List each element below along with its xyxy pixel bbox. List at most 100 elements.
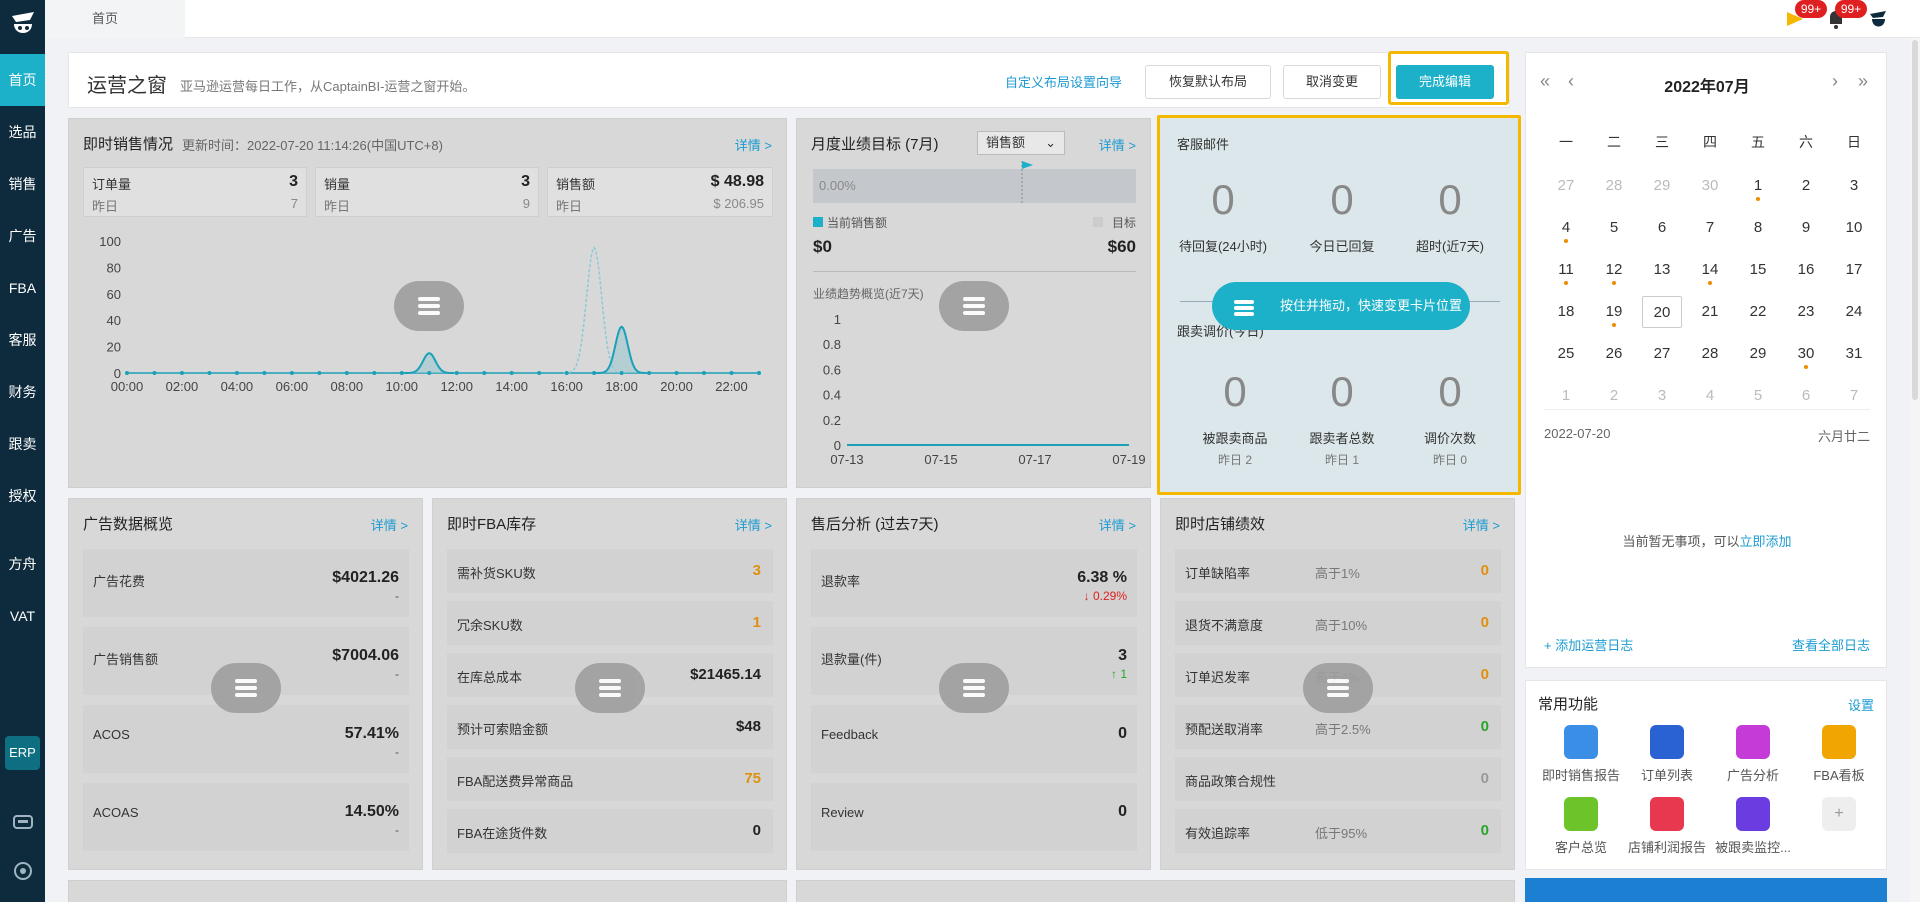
captainbi-banner-partial[interactable] [1525,878,1887,902]
calendar-day[interactable]: 16 [1786,254,1826,286]
functions-settings-link[interactable]: 设置 [1848,695,1874,714]
calendar-day[interactable]: 5 [1738,380,1778,412]
calendar-day[interactable]: 6 [1786,380,1826,412]
store-detail-link[interactable]: 详情 > [1463,515,1500,534]
calendar-day[interactable]: 1 [1738,170,1778,202]
view-all-logs-link[interactable]: 查看全部日志 [1792,635,1870,654]
sidebar-item-vat[interactable]: VAT [0,590,45,642]
card-instant-sales[interactable]: 即时销售情况 更新时间：2022-07-20 11:14:26(中国UTC+8)… [68,118,787,488]
page-scrollbar[interactable] [1910,38,1920,902]
drag-handle[interactable] [1303,663,1373,713]
sidebar-erp-button[interactable]: ERP [5,736,40,770]
calendar-day[interactable]: 26 [1594,338,1634,370]
calendar-day[interactable]: 11 [1546,254,1586,286]
next-year-icon[interactable]: » [1858,71,1868,92]
card-ads-overview[interactable]: 广告数据概览 详情 > 广告花费 $4021.26- 广告销售额 $7004.06- A… [68,498,423,870]
calendar-day[interactable]: 9 [1786,212,1826,244]
calendar-day[interactable]: 1 [1546,380,1586,412]
sales-detail-link[interactable]: 详情 > [735,135,772,154]
calendar-day[interactable]: 5 [1594,212,1634,244]
calendar-day[interactable]: 17 [1834,254,1874,286]
calendar-day[interactable]: 30 [1786,338,1826,370]
function-item[interactable]: 被跟卖监控... [1708,797,1798,856]
card-customer-service[interactable]: 客服邮件 0 0 0 待回复(24小时) 今日已回复 超时(近7天) 跟卖调价(… [1157,115,1521,495]
drag-handle[interactable] [939,281,1009,331]
calendar-day[interactable]: 7 [1690,212,1730,244]
sidebar-item-finance[interactable]: 财务 [0,366,45,418]
function-item[interactable]: + [1794,797,1884,831]
function-item[interactable]: 订单列表 [1622,725,1712,784]
calendar-day[interactable]: 4 [1690,380,1730,412]
calendar-day[interactable]: 15 [1738,254,1778,286]
calendar-day[interactable]: 6 [1642,212,1682,244]
function-item[interactable]: 客户总览 [1536,797,1626,856]
calendar-day[interactable]: 2 [1786,170,1826,202]
layout-guide-link[interactable]: 自定义布局设置向导 [1005,72,1122,91]
calendar-day[interactable]: 27 [1642,338,1682,370]
function-item[interactable]: FBA看板 [1794,725,1884,784]
card-monthly-target[interactable]: 月度业绩目标 (7月) 销售额 ⌄ 详情 > 0.00% 当前销售额 目标 $0 … [796,118,1151,488]
calendar-day[interactable]: 8 [1738,212,1778,244]
calendar-day[interactable]: 27 [1546,170,1586,202]
sidebar-item-sales[interactable]: 销售 [0,158,45,210]
after-sales-detail-link[interactable]: 详情 > [1099,515,1136,534]
restore-layout-button[interactable]: 恢复默认布局 [1145,65,1271,99]
calendar-day[interactable]: 2 [1594,380,1634,412]
calendar-day[interactable]: 7 [1834,380,1874,412]
calendar-day[interactable]: 24 [1834,296,1874,328]
card-store-performance[interactable]: 即时店铺绩效 详情 > 订单缺陷率 高于1% 0 退货不满意度 高于10% 0 订单迟发率高… [1160,498,1515,870]
sidebar-item-fba[interactable]: FBA [0,262,45,314]
scrollbar-thumb[interactable] [1912,40,1918,400]
card-pending-partial[interactable] [68,880,787,902]
card-after-sales[interactable]: 售后分析 (过去7天) 详情 > 退款率 6.38 % ↓ 0.29% 退款量(件) 3… [796,498,1151,870]
card-ranking-partial[interactable] [796,880,1515,902]
drag-handle[interactable] [939,663,1009,713]
calendar-day[interactable]: 10 [1834,212,1874,244]
calendar-day[interactable]: 20 [1642,296,1682,328]
cancel-changes-button[interactable]: 取消变更 [1283,65,1381,99]
sidebar-item-ark[interactable]: 方舟 [0,538,45,590]
drag-handle[interactable] [394,281,464,331]
calendar-day[interactable]: 3 [1834,170,1874,202]
calendar-day[interactable]: 30 [1690,170,1730,202]
calendar-day[interactable]: 12 [1594,254,1634,286]
drag-tip-pill[interactable]: 按住并拖动，快速变更卡片位置 [1212,282,1470,330]
sidebar-item-selection[interactable]: 选品 [0,106,45,158]
calendar-day[interactable]: 28 [1690,338,1730,370]
calendar-day[interactable]: 25 [1546,338,1586,370]
sidebar-item-auth[interactable]: 授权 [0,470,45,522]
next-month-icon[interactable]: › [1832,71,1838,92]
metric-select[interactable]: 销售额 ⌄ [977,131,1065,155]
add-log-link[interactable]: + 添加运营日志 [1544,635,1633,654]
calendar-day[interactable]: 23 [1786,296,1826,328]
calendar-day[interactable]: 29 [1642,170,1682,202]
calendar-day[interactable]: 22 [1738,296,1778,328]
shop-icon[interactable] [12,810,34,832]
calendar-day[interactable]: 4 [1546,212,1586,244]
finish-edit-button[interactable]: 完成编辑 [1396,65,1494,99]
sidebar-item-ads[interactable]: 广告 [0,210,45,262]
drag-handle[interactable] [211,663,281,713]
calendar-day[interactable]: 18 [1546,296,1586,328]
add-now-link[interactable]: 立即添加 [1740,534,1792,549]
calendar-day[interactable]: 14 [1690,254,1730,286]
calendar-day[interactable]: 28 [1594,170,1634,202]
function-item[interactable]: 即时销售报告 [1536,725,1626,784]
sidebar-item-service[interactable]: 客服 [0,314,45,366]
support-icon[interactable] [12,860,34,882]
calendar-day[interactable]: 19 [1594,296,1634,328]
fba-detail-link[interactable]: 详情 > [735,515,772,534]
sidebar-item-follow[interactable]: 跟卖 [0,418,45,470]
calendar-day[interactable]: 21 [1690,296,1730,328]
calendar-day[interactable]: 13 [1642,254,1682,286]
sidebar-item-home[interactable]: 首页 [0,54,45,106]
drag-handle[interactable] [575,663,645,713]
function-item[interactable]: 广告分析 [1708,725,1798,784]
avatar[interactable] [1865,6,1891,32]
ads-detail-link[interactable]: 详情 > [371,515,408,534]
calendar-day[interactable]: 31 [1834,338,1874,370]
tab-home[interactable]: 首页 [45,0,185,38]
monthly-detail-link[interactable]: 详情 > [1099,135,1136,154]
calendar-day[interactable]: 3 [1642,380,1682,412]
calendar-day[interactable]: 29 [1738,338,1778,370]
